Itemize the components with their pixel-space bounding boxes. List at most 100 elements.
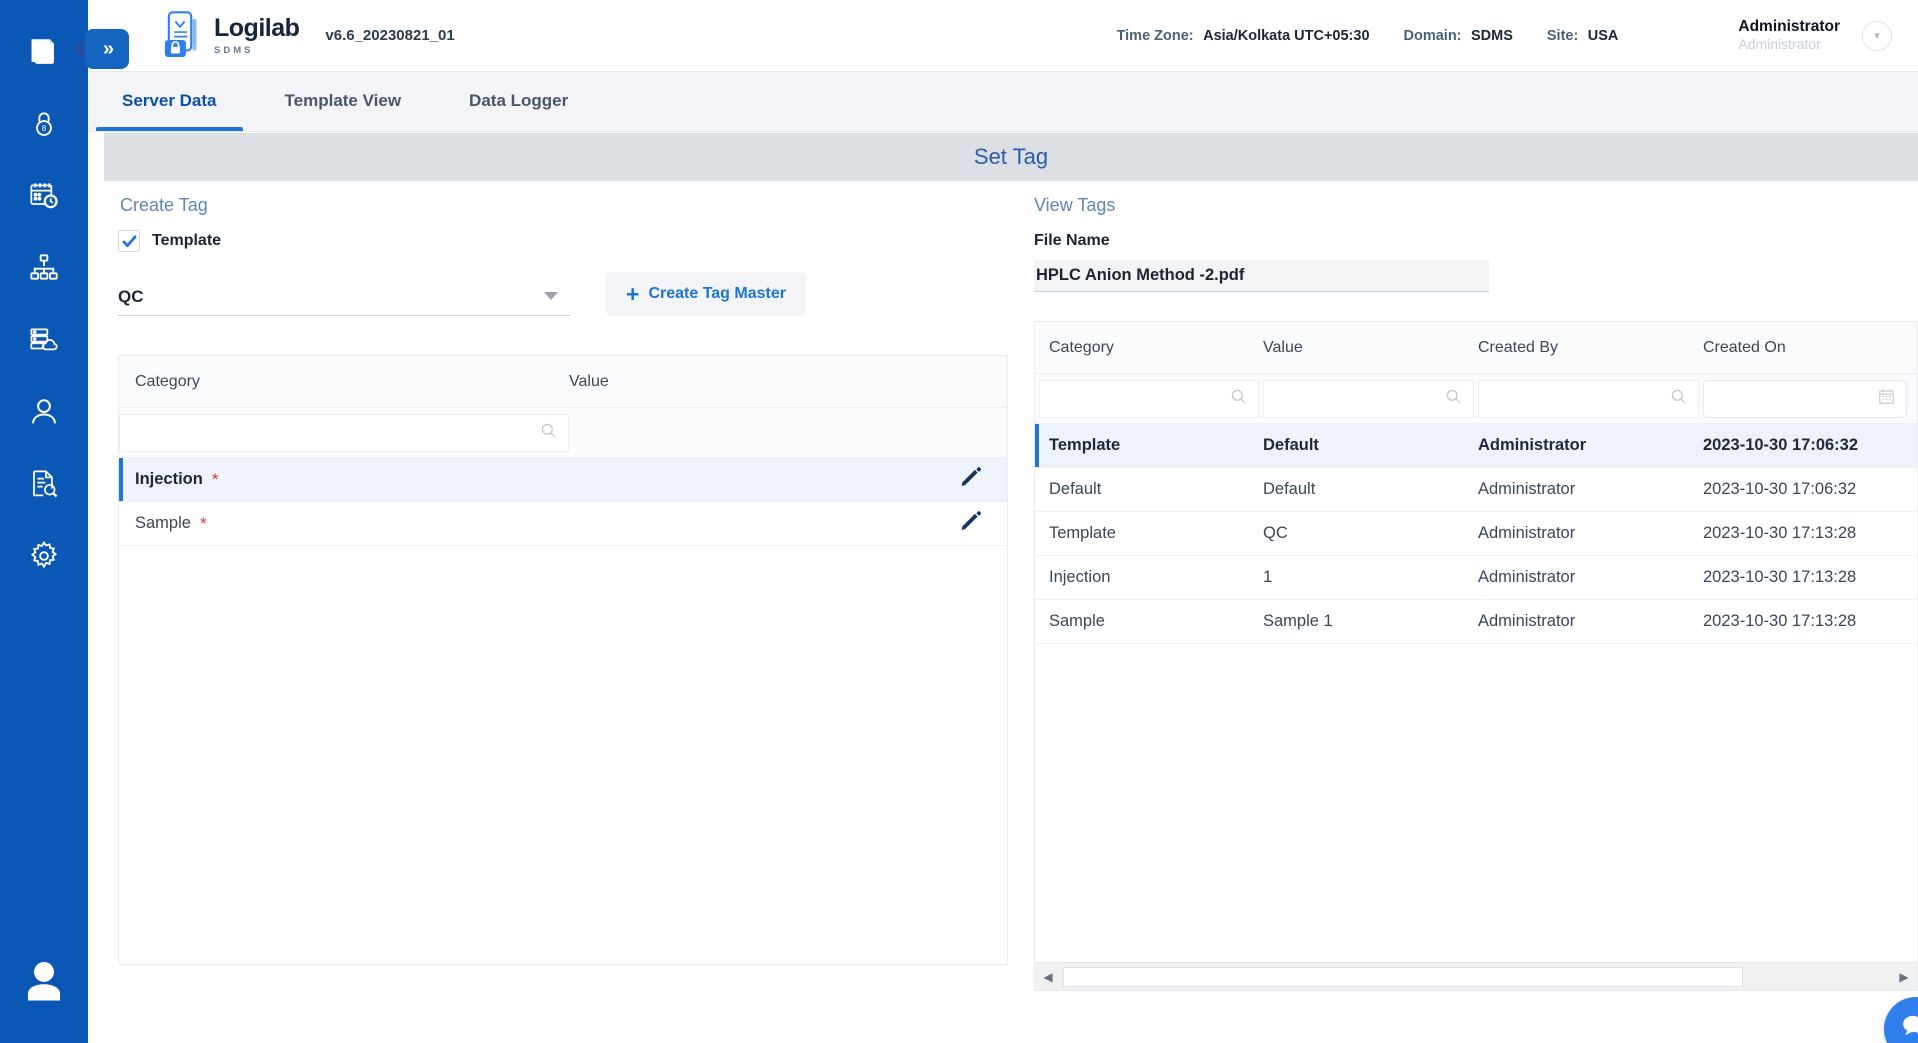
main-content: Create Tag Template QC + Create Tag Mast… [88, 181, 1918, 1043]
column-header-created-by: Created By [1478, 338, 1559, 356]
create-tag-panel: Create Tag Template QC + Create Tag Mast… [104, 181, 1014, 965]
calendar-clock-icon [28, 180, 60, 212]
column-header-value: Value [569, 372, 609, 390]
cell-created-by: Administrator [1478, 436, 1587, 454]
template-checkbox-row: Template [118, 230, 1014, 252]
header-right: Time Zone: Asia/Kolkata UTC+05:30 Domain… [1117, 18, 1918, 54]
table-row[interactable]: Injection 1 Administrator 2023-10-30 17:… [1035, 556, 1917, 600]
file-name-value: HPLC Anion Method -2.pdf [1036, 266, 1245, 284]
sitemap-icon [28, 252, 60, 284]
create-tag-label: Create Tag [120, 195, 208, 215]
table-row[interactable]: Template Default Administrator 2023-10-3… [1035, 424, 1917, 468]
check-icon [121, 233, 138, 250]
create-tag-table-filter-row [119, 408, 1007, 458]
sidebar-item-server[interactable] [0, 304, 88, 376]
view-tags-header: View Tags [1018, 181, 1918, 216]
horizontal-scrollbar[interactable]: ◀ ▶ [1035, 962, 1917, 990]
template-checkbox[interactable] [118, 230, 140, 252]
filter-category-input[interactable] [1039, 379, 1259, 418]
sidebar-item-settings[interactable] [0, 520, 88, 592]
sidebar-item-schedule[interactable] [0, 160, 88, 232]
table-row[interactable]: Sample * [119, 502, 1007, 546]
timezone-label: Time Zone: [1116, 27, 1194, 44]
server-cloud-icon [28, 324, 60, 356]
template-select[interactable]: QC [118, 278, 570, 316]
cell-created-by: Administrator [1478, 568, 1576, 586]
sidebar-item-hierarchy[interactable] [0, 232, 88, 304]
tab-data-logger[interactable]: Data Logger [435, 73, 602, 131]
calendar-icon[interactable] [1877, 387, 1896, 411]
edit-row-button[interactable] [959, 509, 983, 538]
sidebar-item-users[interactable] [0, 376, 88, 448]
scrollbar-thumb[interactable] [1063, 966, 1743, 987]
notebook-icon [27, 35, 61, 69]
chat-bubbles-icon [1898, 1009, 1918, 1043]
cell-value: Sample 1 [1263, 612, 1333, 630]
svg-text:8: 8 [42, 124, 47, 133]
table-row[interactable]: Sample Sample 1 Administrator 2023-10-30… [1035, 600, 1917, 644]
cell-category: Template [1049, 436, 1121, 454]
filter-created-by-input[interactable] [1478, 379, 1699, 418]
tab-server-data[interactable]: Server Data [88, 73, 251, 131]
app-header: Logilab SDMS v6.6_20230821_01 Time Zone:… [88, 0, 1918, 72]
table-row[interactable]: Default Default Administrator 2023-10-30… [1035, 468, 1917, 512]
user-avatar-icon [18, 955, 70, 1012]
required-marker: * [211, 469, 219, 489]
view-tags-table-header: Category Value Created By Created On [1035, 322, 1917, 374]
row-category-cell: Sample * [119, 514, 569, 534]
scroll-left-arrow[interactable]: ◀ [1035, 970, 1061, 984]
view-tags-table: Category Value Created By Created On Tem… [1034, 321, 1918, 991]
magnifier-icon [1229, 387, 1248, 411]
create-tag-table: Category Value Injection * Sample * [118, 355, 1008, 965]
cell-value: Default [1263, 436, 1319, 454]
cell-created-on: 2023-10-30 17:06:32 [1703, 480, 1857, 498]
sidebar-item-security[interactable]: 8 [0, 88, 88, 160]
user-menu[interactable]: Administrator Administrator ▾ [1738, 18, 1892, 54]
tab-bar: Server Data Template View Data Logger [88, 72, 1918, 132]
column-header-value: Value [1263, 338, 1303, 356]
scroll-right-arrow[interactable]: ▶ [1891, 970, 1917, 984]
column-header-category: Category [135, 372, 200, 390]
cell-category: Sample [1049, 612, 1105, 630]
app-version: v6.6_20230821_01 [325, 27, 455, 44]
magnifier-icon [539, 421, 558, 445]
cell-category: Injection [1049, 568, 1111, 586]
sidebar-item-audit[interactable] [0, 448, 88, 520]
cell-category: Default [1049, 480, 1102, 498]
cell-created-on: 2023-10-30 17:06:32 [1703, 436, 1859, 454]
pencil-icon [959, 509, 983, 538]
chevron-down-icon[interactable]: ▾ [1862, 20, 1892, 51]
template-select-value: QC [118, 286, 144, 306]
domain-info: Domain: SDMS [1404, 27, 1513, 45]
row-category-text: Sample [135, 514, 191, 532]
category-search-input[interactable] [119, 413, 569, 452]
table-row[interactable]: Template QC Administrator 2023-10-30 17:… [1035, 512, 1917, 556]
cell-created-by: Administrator [1478, 524, 1576, 542]
site-value: USA [1587, 27, 1619, 44]
user-avatar[interactable] [0, 923, 88, 1043]
chat-button[interactable] [1884, 997, 1918, 1043]
site-label: Site: [1546, 27, 1579, 44]
sidebar-toggle[interactable]: » [72, 25, 132, 73]
scrollbar-track[interactable] [1061, 966, 1891, 988]
timezone-value: Asia/Kolkata UTC+05:30 [1203, 27, 1370, 44]
page-banner: Set Tag [104, 133, 1918, 181]
cell-created-on: 2023-10-30 17:13:28 [1703, 612, 1857, 630]
filter-created-on-input[interactable] [1703, 379, 1907, 418]
double-chevron-right-icon[interactable]: » [85, 29, 129, 69]
brand-subtitle: SDMS [214, 44, 254, 56]
required-marker: * [199, 513, 207, 533]
create-tag-master-button[interactable]: + Create Tag Master [606, 272, 806, 316]
site-info: Site: USA [1547, 27, 1619, 45]
tab-template-view[interactable]: Template View [251, 73, 436, 131]
cell-value: Default [1263, 480, 1316, 498]
create-tag-table-header: Category Value [119, 356, 1007, 408]
brand-logo[interactable]: Logilab SDMS v6.6_20230821_01 [162, 10, 455, 61]
domain-value: SDMS [1470, 27, 1513, 44]
timezone-info: Time Zone: Asia/Kolkata UTC+05:30 [1117, 27, 1370, 45]
table-row[interactable]: Injection * [119, 458, 1007, 502]
page-title: Set Tag [973, 144, 1049, 169]
row-category-text: Injection [135, 470, 203, 488]
edit-row-button[interactable] [959, 465, 983, 494]
filter-value-input[interactable] [1263, 379, 1474, 418]
